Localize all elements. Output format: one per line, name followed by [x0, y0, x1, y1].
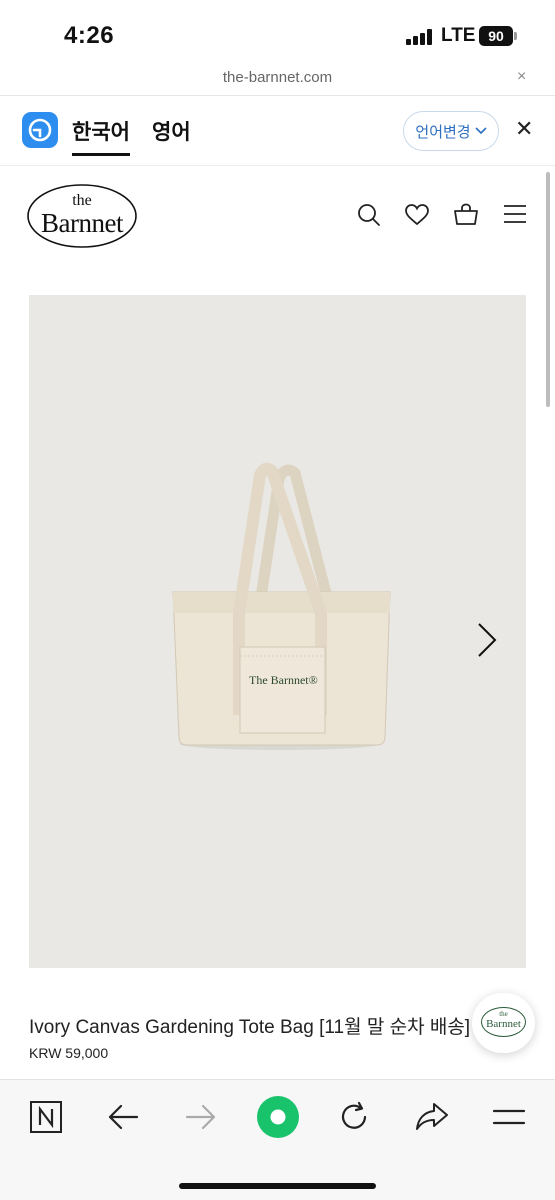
url-bar[interactable]: the-barnnet.com ×	[0, 66, 555, 96]
green-home-icon[interactable]	[256, 1095, 300, 1144]
naver-icon[interactable]	[29, 1100, 63, 1139]
logo-small-text: the	[72, 192, 92, 209]
chevron-down-icon	[475, 127, 487, 135]
shopping-bag-icon[interactable]	[453, 203, 479, 232]
url-close-icon[interactable]: ×	[517, 68, 526, 86]
floating-logo-button[interactable]: the Barnnet	[472, 993, 535, 1053]
cellular-signal-icon	[406, 29, 434, 45]
floating-logo-small: the	[499, 1010, 508, 1018]
home-indicator[interactable]	[179, 1183, 376, 1189]
reload-icon[interactable]	[338, 1100, 372, 1139]
product-title[interactable]: Ivory Canvas Gardening Tote Bag [11월 말 순…	[29, 1012, 479, 1039]
bag-print-text: The Barnnet®	[249, 673, 318, 687]
change-language-label: 언어변경	[415, 123, 471, 141]
menu-icon[interactable]	[503, 203, 527, 230]
floating-logo: the Barnnet	[481, 1007, 526, 1037]
search-icon[interactable]	[357, 203, 381, 234]
network-type: LTE	[441, 25, 476, 46]
logo-big-text: Barnnet	[41, 208, 123, 238]
status-time: 4:26	[64, 22, 115, 49]
product-image[interactable]: The Barnnet®	[29, 295, 526, 968]
heart-icon[interactable]	[404, 203, 430, 232]
product-price: KRW 59,000	[29, 1045, 109, 1061]
translation-bar: 한국어 영어 언어변경 ✕	[0, 96, 555, 166]
forward-arrow-icon[interactable]	[185, 1100, 217, 1139]
tab-korean[interactable]: 한국어	[72, 116, 130, 156]
url-text[interactable]: the-barnnet.com	[0, 69, 555, 86]
translation-close-icon[interactable]: ✕	[515, 116, 533, 142]
barnnet-logo[interactable]: the Barnnet	[26, 183, 138, 249]
next-image-arrow-icon[interactable]	[476, 622, 498, 663]
browser-menu-icon[interactable]	[492, 1100, 526, 1139]
site-header: the Barnnet	[0, 167, 555, 267]
back-arrow-icon[interactable]	[107, 1100, 139, 1139]
floating-logo-big: Barnnet	[486, 1018, 521, 1030]
tab-english[interactable]: 영어	[152, 116, 191, 146]
papago-app-icon[interactable]	[22, 112, 58, 148]
battery-icon: 90	[479, 26, 513, 46]
status-bar: 4:26 LTE 90	[0, 0, 555, 66]
change-language-button[interactable]: 언어변경	[403, 111, 499, 151]
battery-tip	[514, 32, 517, 40]
share-icon[interactable]	[414, 1100, 450, 1139]
